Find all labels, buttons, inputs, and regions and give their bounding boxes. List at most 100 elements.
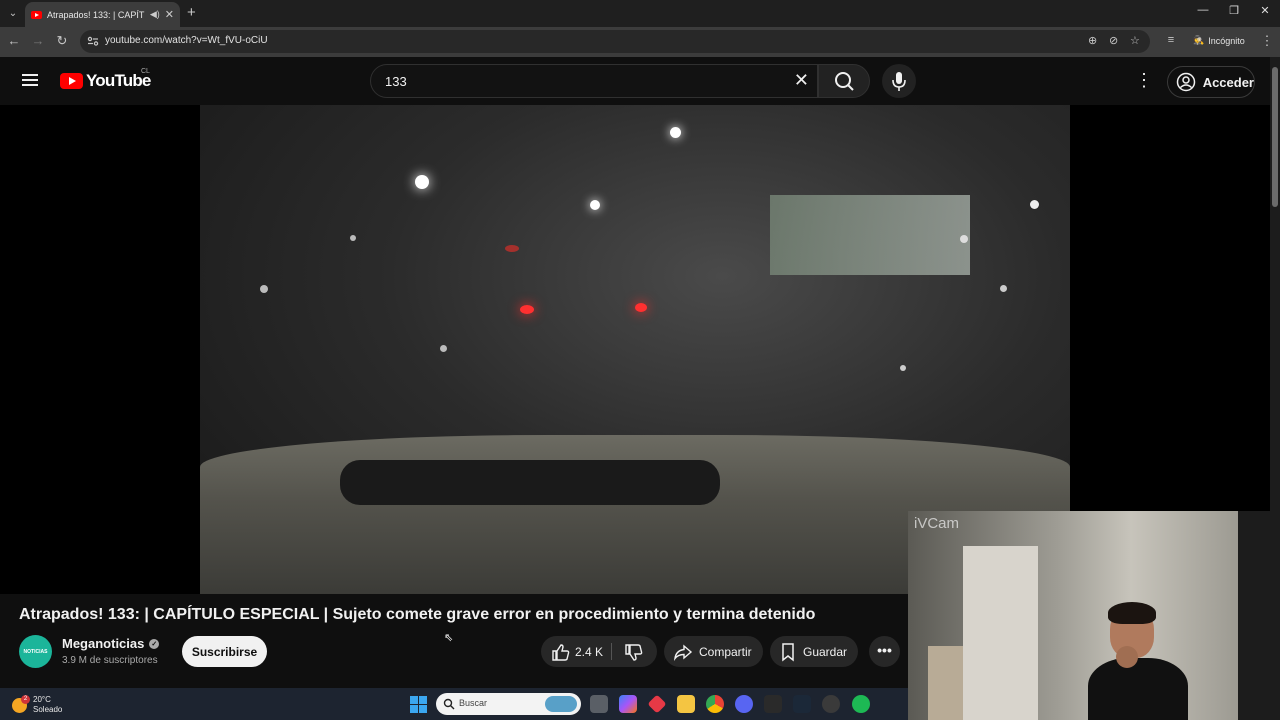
dislike-icon[interactable] (623, 642, 643, 662)
speaker-icon[interactable]: ◀) (150, 9, 160, 20)
channel-name-link[interactable]: Meganoticias ✓ (62, 636, 160, 651)
tail-light (635, 303, 647, 312)
account-icon (1176, 72, 1196, 92)
microphone-icon (892, 72, 906, 91)
restore-icon[interactable]: ❐ (1219, 4, 1249, 17)
weather-condition: Soleado (33, 705, 63, 714)
red-app-icon[interactable] (647, 694, 667, 714)
like-count[interactable]: 2.4 K (575, 645, 603, 659)
url-text[interactable]: youtube.com/watch?v=Wt_fVU-oCiU (105, 35, 268, 46)
weather-widget[interactable]: 2 20°C Soleado (12, 694, 63, 715)
share-icon (673, 643, 693, 661)
youtube-favicon-icon (31, 10, 42, 19)
raindrop (1030, 200, 1039, 209)
like-separator (611, 643, 612, 660)
raindrop (260, 285, 268, 293)
clear-search-icon[interactable]: ✕ (794, 70, 809, 91)
search-highlight-art (545, 696, 577, 712)
webcam-overlay: iVCam (908, 511, 1280, 720)
forward-icon[interactable]: → (29, 33, 47, 48)
address-bar[interactable]: youtube.com/watch?v=Wt_fVU-oCiU ⊕ ⊘ ☆ (80, 30, 1150, 53)
webcam-punching-bag (1238, 511, 1280, 720)
person-hair (1108, 602, 1156, 624)
minimize-icon[interactable]: — (1188, 4, 1218, 16)
webcam-person (1088, 602, 1188, 720)
site-info-icon[interactable] (87, 35, 99, 47)
webcam-door (963, 546, 1038, 720)
obs-icon[interactable] (822, 695, 840, 713)
incognito-indicator[interactable]: 🕵 Incógnito (1193, 35, 1245, 46)
taskbar-search[interactable]: Buscar (436, 693, 581, 715)
search-button[interactable] (818, 64, 870, 98)
youtube-play-icon (60, 73, 83, 89)
share-button[interactable]: Compartir (664, 636, 763, 667)
taskbar-search-label: Buscar (459, 698, 488, 708)
defroster-vent (340, 460, 720, 505)
signin-button[interactable]: Acceder (1167, 66, 1255, 98)
guide-menu-icon[interactable] (22, 74, 38, 86)
back-icon[interactable]: ← (5, 33, 23, 48)
weather-badge: 2 (21, 694, 30, 704)
search-input[interactable]: 133 (385, 74, 407, 89)
webcam-label: iVCam (914, 515, 960, 532)
bookmark-icon (782, 642, 794, 662)
tail-light (505, 245, 519, 252)
bookmark-star-icon[interactable]: ☆ (1130, 34, 1140, 47)
sun-icon: 2 (12, 694, 30, 713)
discord-icon[interactable] (735, 695, 753, 713)
spotify-icon[interactable] (852, 695, 870, 713)
video-light (670, 127, 681, 138)
steam-icon[interactable] (793, 695, 811, 713)
chrome-icon[interactable] (706, 695, 724, 713)
save-button[interactable]: Guardar (770, 636, 858, 667)
verified-icon: ✓ (149, 638, 160, 649)
channel-name: Meganoticias (62, 636, 145, 651)
epic-games-icon[interactable] (764, 695, 782, 713)
file-explorer-icon[interactable] (677, 695, 695, 713)
task-view-icon[interactable] (590, 695, 608, 713)
country-code: CL (141, 68, 150, 75)
mouse-cursor-icon: ⇖ (444, 632, 454, 644)
windows-taskbar: 2 20°C Soleado Buscar (0, 688, 908, 720)
voice-search-button[interactable] (882, 64, 916, 98)
raindrop (960, 235, 968, 243)
video-storefront (770, 195, 970, 275)
incognito-icon: 🕵 (1193, 35, 1205, 45)
video-light (590, 200, 600, 210)
raindrop (1000, 285, 1007, 292)
windows-start-icon[interactable] (410, 696, 427, 713)
incognito-label: Incógnito (1208, 35, 1245, 46)
search-box[interactable]: 133 ✕ (370, 64, 818, 98)
close-tab-icon[interactable]: ✕ (165, 8, 174, 21)
close-window-icon[interactable]: ✕ (1250, 4, 1280, 17)
subscriber-count: 3.9 M de suscriptores (62, 655, 158, 666)
new-tab-icon[interactable]: + (187, 4, 196, 21)
tail-light (520, 305, 534, 314)
media-control-icon[interactable]: ≡ (1162, 34, 1180, 46)
channel-avatar-text: NOTICIAS (23, 648, 48, 655)
browser-toolbar: ← → ↻ youtube.com/watch?v=Wt_fVU-oCiU ⊕ … (0, 27, 1280, 57)
taskbar-search-icon (443, 698, 455, 710)
video-title: Atrapados! 133: | CAPÍTULO ESPECIAL | Su… (19, 606, 816, 623)
tab-search-icon[interactable]: ⌄ (5, 5, 21, 21)
tab-title: Atrapados! 133: | CAPÍTULO (46, 9, 145, 20)
copilot-icon[interactable] (619, 695, 637, 713)
more-actions-icon[interactable]: ••• (869, 636, 900, 667)
browser-tab-strip: ⌄ Atrapados! 133: | CAPÍTULO ◀) ✕ + — ❐ … (0, 0, 1280, 27)
like-dislike-group: 2.4 K (541, 636, 657, 667)
like-icon[interactable] (550, 642, 570, 662)
save-label: Guardar (803, 644, 848, 659)
zoom-icon[interactable]: ⊕ (1088, 34, 1097, 47)
reload-icon[interactable]: ↻ (53, 33, 71, 49)
eye-off-icon[interactable]: ⊘ (1109, 34, 1118, 47)
channel-avatar[interactable]: NOTICIAS (19, 635, 52, 668)
youtube-logo[interactable]: YouTube CL (60, 68, 151, 91)
person-shirt (1088, 658, 1188, 720)
raindrop (440, 345, 447, 352)
browser-tab[interactable]: Atrapados! 133: | CAPÍTULO ◀) ✕ (25, 2, 180, 27)
share-label: Compartir (699, 644, 752, 659)
settings-more-icon[interactable]: ⋮ (1134, 69, 1154, 91)
scrollbar-thumb[interactable] (1272, 67, 1278, 207)
browser-menu-icon[interactable]: ⋮ (1258, 33, 1276, 49)
subscribe-button[interactable]: Suscribirse (182, 636, 267, 667)
